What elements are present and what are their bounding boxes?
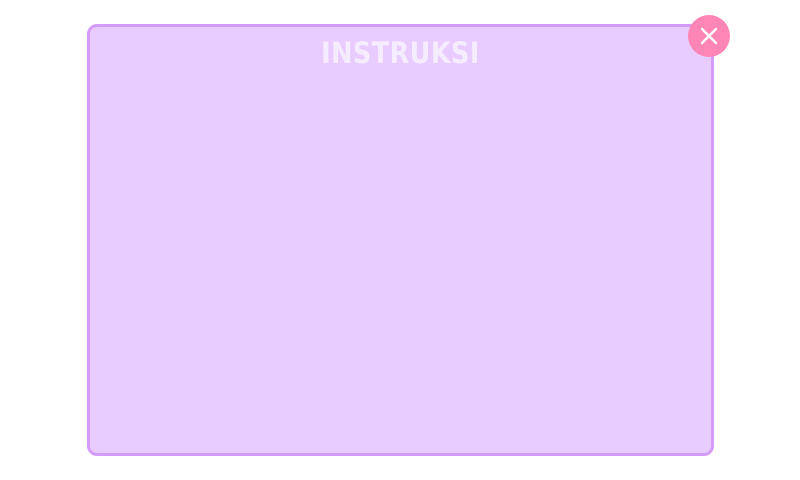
close-button[interactable] — [688, 15, 730, 57]
instructions-dialog: INSTRUKSI — [87, 24, 714, 456]
screen: INSTRUKSI — [0, 0, 800, 480]
dialog-title: INSTRUKSI — [321, 36, 480, 70]
dialog-body — [100, 87, 701, 443]
close-icon — [699, 26, 719, 46]
